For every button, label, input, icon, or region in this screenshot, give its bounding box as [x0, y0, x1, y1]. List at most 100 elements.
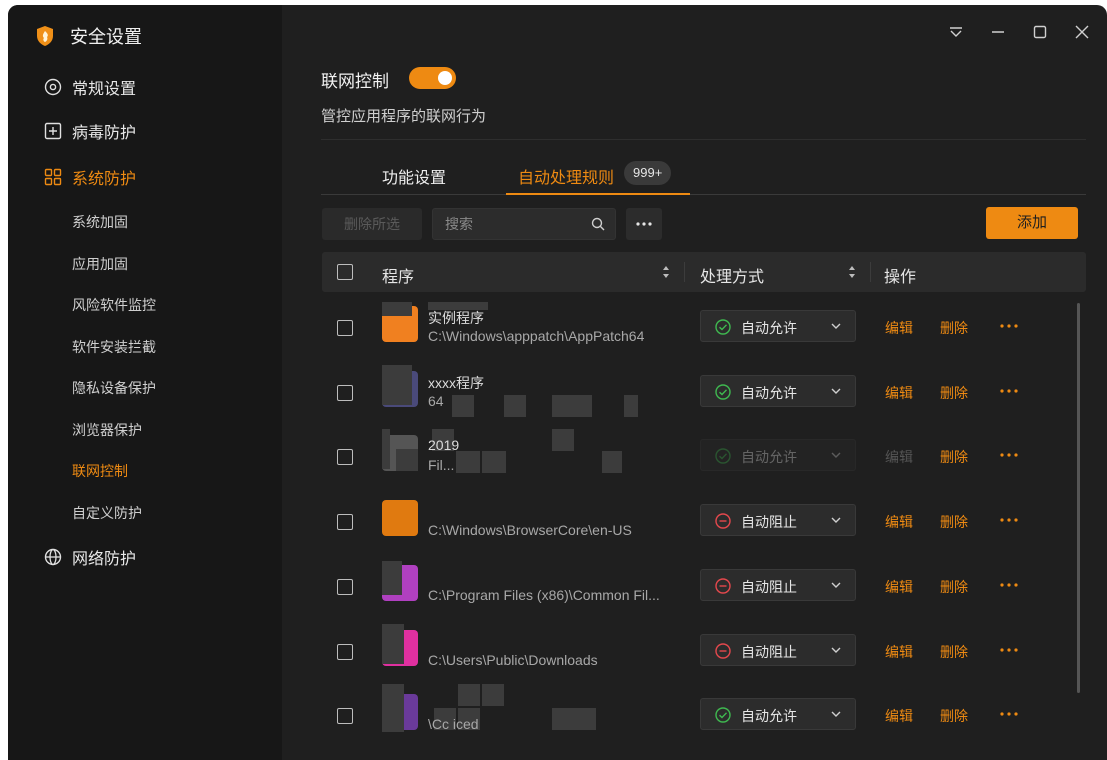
nav-item-network[interactable]: 网络防护	[44, 545, 136, 569]
row-checkbox[interactable]	[337, 384, 353, 401]
select-all-checkbox[interactable]	[337, 264, 353, 280]
table-scrollbar[interactable]	[1077, 303, 1080, 693]
table-row: 实例程序 C:\Windows\apppatch\AppPatch64 自动允许 编辑…	[322, 294, 1086, 358]
program-icon	[382, 500, 418, 537]
row-more-icon[interactable]	[999, 323, 1019, 329]
method-label: 自动允许	[741, 449, 797, 466]
close-icon	[1075, 25, 1089, 39]
network-control-toggle[interactable]	[409, 67, 456, 89]
close-button[interactable]	[1073, 23, 1091, 41]
table-row: C:\Program Files (x86)\Common Fil... 自动阻止…	[322, 553, 1086, 617]
redaction-mosaic	[382, 302, 412, 316]
method-select[interactable]: 自动阻止	[700, 568, 856, 601]
sub-item-install-block[interactable]: 软件安装拦截	[72, 337, 156, 357]
nav-label: 系统防护	[72, 171, 137, 188]
row-checkbox[interactable]	[337, 708, 353, 725]
row-more-icon[interactable]	[999, 582, 1019, 588]
nav-item-general[interactable]: 常规设置	[44, 75, 136, 99]
nav-item-virus[interactable]: 病毒防护	[44, 119, 136, 143]
search-box	[432, 208, 616, 240]
method-select[interactable]: 自动阻止	[700, 504, 856, 537]
edit-link[interactable]: 编辑	[885, 706, 913, 726]
delete-link[interactable]: 删除	[940, 383, 968, 403]
page-title: 联网控制	[321, 72, 389, 91]
sub-item-custom[interactable]: 自定义防护	[72, 503, 142, 523]
program-path: C:\Users\Public\Downloads	[428, 651, 598, 668]
search-input[interactable]	[445, 209, 585, 239]
nav-item-system[interactable]: 系统防护	[44, 165, 136, 189]
dropdown-menu-button[interactable]	[947, 23, 965, 41]
sub-item-system-hardening[interactable]: 系统加固	[72, 212, 128, 232]
rule-count-badge: 999+	[624, 161, 672, 185]
row-checkbox[interactable]	[337, 449, 353, 466]
method-select[interactable]: 自动允许	[700, 698, 856, 731]
allow-check-icon	[715, 319, 731, 335]
table-row: 2019 Fil... 自动允许 编辑 删除	[322, 423, 1086, 487]
more-dots-icon	[636, 222, 652, 226]
app-header: 安全设置	[35, 25, 142, 47]
chevron-down-icon	[831, 323, 841, 329]
edit-link[interactable]: 编辑	[885, 318, 913, 338]
program-name: xxxx程序	[428, 374, 484, 391]
edit-link[interactable]: 编辑	[885, 577, 913, 597]
delete-link[interactable]: 删除	[940, 318, 968, 338]
program-path: C:\Program Files (x86)\Common Fil...	[428, 586, 660, 603]
add-rule-button[interactable]: 添加	[986, 207, 1078, 239]
sort-icon[interactable]	[662, 265, 670, 279]
tab-auto-rules[interactable]: 自动处理规则	[518, 164, 614, 188]
settings-gear-icon	[44, 78, 62, 96]
column-operation: 操作	[884, 269, 917, 286]
edit-link[interactable]: 编辑	[885, 447, 913, 467]
sub-item-network-control[interactable]: 联网控制	[72, 461, 128, 481]
redaction-mosaic	[382, 429, 390, 470]
maximize-button[interactable]	[1031, 23, 1049, 41]
edit-link[interactable]: 编辑	[885, 642, 913, 662]
sub-item-browser[interactable]: 浏览器保护	[72, 420, 142, 440]
chevron-down-icon	[831, 452, 841, 459]
tab-feature-settings[interactable]: 功能设置	[382, 164, 446, 188]
delete-link[interactable]: 删除	[940, 512, 968, 532]
row-more-icon[interactable]	[999, 711, 1019, 717]
sub-item-risk-software[interactable]: 风险软件监控	[72, 295, 156, 315]
row-more-icon[interactable]	[999, 647, 1019, 653]
more-options-button[interactable]	[626, 208, 662, 240]
nav-label: 病毒防护	[72, 125, 137, 142]
row-checkbox[interactable]	[337, 578, 353, 595]
column-program[interactable]: 程序	[382, 263, 414, 287]
sub-item-app-hardening[interactable]: 应用加固	[72, 254, 128, 274]
program-path: \Cc iced	[428, 716, 479, 733]
delete-link[interactable]: 删除	[940, 706, 968, 726]
minimize-button[interactable]	[989, 23, 1007, 41]
column-separator	[870, 262, 871, 282]
program-path: C:\Windows\apppatch\AppPatch64	[428, 328, 645, 344]
edit-link[interactable]: 编辑	[885, 512, 913, 532]
globe-icon	[44, 548, 62, 566]
delete-link[interactable]: 删除	[940, 447, 968, 467]
method-select[interactable]: 自动允许	[700, 439, 856, 472]
row-more-icon[interactable]	[999, 517, 1019, 523]
delete-link[interactable]: 删除	[940, 577, 968, 597]
row-checkbox[interactable]	[337, 643, 353, 660]
column-method[interactable]: 处理方式	[700, 263, 764, 287]
row-checkbox[interactable]	[337, 320, 353, 336]
app-window: 安全设置 常规设置 病毒防护 系统防护 系统加固 应用加固 风险软件监控 软件安…	[8, 5, 1107, 760]
row-checkbox[interactable]	[337, 514, 353, 531]
row-more-icon[interactable]	[999, 388, 1019, 394]
chevron-down-icon	[831, 582, 841, 588]
row-more-icon[interactable]	[999, 452, 1019, 458]
table-row: \Cc iced 自动允许 编辑 删除	[322, 682, 1086, 746]
method-select[interactable]: 自动允许	[700, 310, 856, 342]
main-panel: 联网控制 管控应用程序的联网行为 功能设置 自动处理规则 999+ 删除所选 添…	[282, 5, 1107, 760]
redaction-mosaic	[458, 684, 480, 707]
edit-link[interactable]: 编辑	[885, 383, 913, 403]
table-row: C:\Windows\BrowserCore\en-US 自动阻止 编辑 删除	[322, 488, 1086, 552]
search-icon[interactable]	[591, 217, 605, 231]
program-path: Fil...	[428, 457, 455, 474]
method-select[interactable]: 自动阻止	[700, 633, 856, 666]
delete-selected-button[interactable]: 删除所选	[322, 208, 422, 240]
sort-icon[interactable]	[848, 265, 856, 279]
method-select[interactable]: 自动允许	[700, 374, 856, 407]
delete-link[interactable]: 删除	[940, 642, 968, 662]
sub-item-privacy-device[interactable]: 隐私设备保护	[72, 378, 156, 398]
redaction-mosaic	[382, 560, 402, 595]
